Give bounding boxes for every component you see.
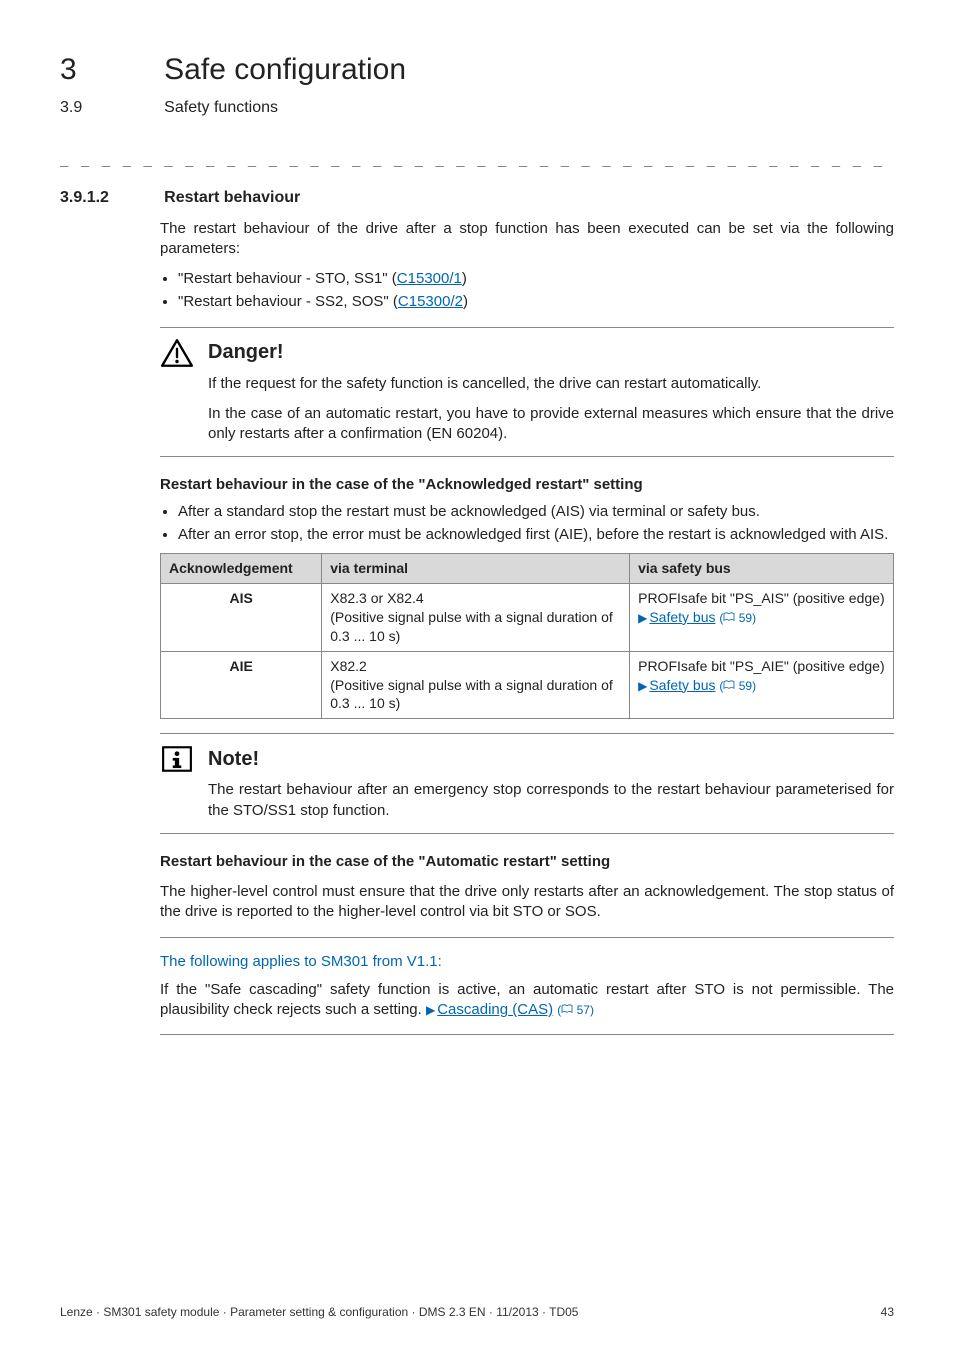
chapter-number: 3 <box>60 50 160 91</box>
parameter-list: "Restart behaviour - STO, SS1" (C15300/1… <box>160 269 894 313</box>
page-ref: ( 59) <box>719 679 756 693</box>
bus-line: PROFIsafe bit "PS_AIS" (positive edge) <box>638 589 885 608</box>
cell-ack: AIE <box>161 651 322 719</box>
safety-bus-link[interactable]: Safety bus <box>649 677 715 693</box>
note-callout: Note! The restart behaviour after an eme… <box>160 733 894 834</box>
note-header: Note! <box>160 744 894 774</box>
book-icon <box>723 612 735 622</box>
ack-restart-heading: Restart behaviour in the case of the "Ac… <box>160 475 894 495</box>
table-row: AIE X82.2 (Positive signal pulse with a … <box>161 651 894 719</box>
list-text-prefix: "Restart behaviour - STO, SS1" ( <box>178 270 397 287</box>
triangle-bullet-icon: ▶ <box>426 1003 435 1017</box>
danger-paragraph: In the case of an automatic restart, you… <box>208 404 894 445</box>
divider <box>160 937 894 938</box>
xref-link[interactable]: C15300/1 <box>397 270 462 287</box>
page-num: 57 <box>577 1003 590 1017</box>
cascading-link[interactable]: Cascading (CAS) <box>437 1001 553 1018</box>
section-title: Safety functions <box>164 97 278 119</box>
ack-bullet-list: After a standard stop the restart must b… <box>160 502 894 546</box>
section-header: 3.9 Safety functions <box>60 91 894 119</box>
section-number: 3.9 <box>60 97 160 119</box>
subsection-header: 3.9.1.2 Restart behaviour <box>60 187 894 209</box>
col-header-ack: Acknowledgement <box>161 554 322 584</box>
safety-bus-link[interactable]: Safety bus <box>649 609 715 625</box>
bus-link-row: ▶Safety bus ( 59) <box>638 608 885 627</box>
footer-page-number: 43 <box>881 1304 894 1320</box>
chapter-title: Safe configuration <box>164 50 406 91</box>
divider-dashed: _ _ _ _ _ _ _ _ _ _ _ _ _ _ _ _ _ _ _ _ … <box>60 150 894 169</box>
page-num: 59 <box>739 679 752 693</box>
page-ref: ( 59) <box>719 611 756 625</box>
danger-paragraph: If the request for the safety function i… <box>208 374 894 394</box>
cell-ack: AIS <box>161 583 322 651</box>
table-header-row: Acknowledgement via terminal via safety … <box>161 554 894 584</box>
warning-triangle-icon <box>160 338 194 368</box>
page-ref: ( 57) <box>557 1003 594 1017</box>
subsection-number: 3.9.1.2 <box>60 187 160 209</box>
col-header-safetybus: via safety bus <box>630 554 894 584</box>
footer-left: Lenze · SM301 safety module · Parameter … <box>60 1304 578 1320</box>
auto-restart-heading: Restart behaviour in the case of the "Au… <box>160 852 894 872</box>
page-num: 59 <box>739 611 752 625</box>
danger-body: If the request for the safety function i… <box>208 374 894 445</box>
acknowledgement-table: Acknowledgement via terminal via safety … <box>160 553 894 719</box>
auto-restart-paragraph: The higher-level control must ensure tha… <box>160 882 894 923</box>
divider <box>160 1034 894 1035</box>
note-body: The restart behaviour after an emergency… <box>208 780 894 821</box>
subsection-title: Restart behaviour <box>164 187 300 209</box>
cell-safetybus: PROFIsafe bit "PS_AIE" (positive edge) ▶… <box>630 651 894 719</box>
page-root: 3 Safe configuration 3.9 Safety function… <box>0 0 954 1350</box>
list-item: "Restart behaviour - SS2, SOS" (C15300/2… <box>178 292 894 312</box>
body-content: The restart behaviour of the drive after… <box>160 219 894 1036</box>
bus-link-row: ▶Safety bus ( 59) <box>638 676 885 695</box>
applies-to-note: The following applies to SM301 from V1.1… <box>160 952 894 972</box>
cell-terminal: X82.3 or X82.4 (Positive signal pulse wi… <box>322 583 630 651</box>
bus-line: PROFIsafe bit "PS_AIE" (positive edge) <box>638 657 885 676</box>
intro-paragraph: The restart behaviour of the drive after… <box>160 219 894 260</box>
page-footer: Lenze · SM301 safety module · Parameter … <box>60 1304 894 1320</box>
col-header-terminal: via terminal <box>322 554 630 584</box>
book-icon <box>723 680 735 690</box>
list-item: "Restart behaviour - STO, SS1" (C15300/1… <box>178 269 894 289</box>
chapter-header: 3 Safe configuration <box>60 50 894 91</box>
list-text-suffix: ) <box>462 270 467 287</box>
danger-callout: Danger! If the request for the safety fu… <box>160 327 894 458</box>
info-box-icon <box>160 744 194 774</box>
cell-terminal: X82.2 (Positive signal pulse with a sign… <box>322 651 630 719</box>
table-row: AIS X82.3 or X82.4 (Positive signal puls… <box>161 583 894 651</box>
cell-safetybus: PROFIsafe bit "PS_AIS" (positive edge) ▶… <box>630 583 894 651</box>
book-icon <box>561 1004 573 1014</box>
danger-title: Danger! <box>208 339 284 366</box>
triangle-bullet-icon: ▶ <box>638 611 647 625</box>
note-title: Note! <box>208 746 259 773</box>
list-item: After a standard stop the restart must b… <box>178 502 894 522</box>
list-text-prefix: "Restart behaviour - SS2, SOS" ( <box>178 293 398 310</box>
note-paragraph: The restart behaviour after an emergency… <box>208 780 894 821</box>
cascade-paragraph: If the "Safe cascading" safety function … <box>160 980 894 1021</box>
triangle-bullet-icon: ▶ <box>638 679 647 693</box>
list-text-suffix: ) <box>463 293 468 310</box>
danger-header: Danger! <box>160 338 894 368</box>
list-item: After an error stop, the error must be a… <box>178 525 894 545</box>
xref-link[interactable]: C15300/2 <box>398 293 463 310</box>
